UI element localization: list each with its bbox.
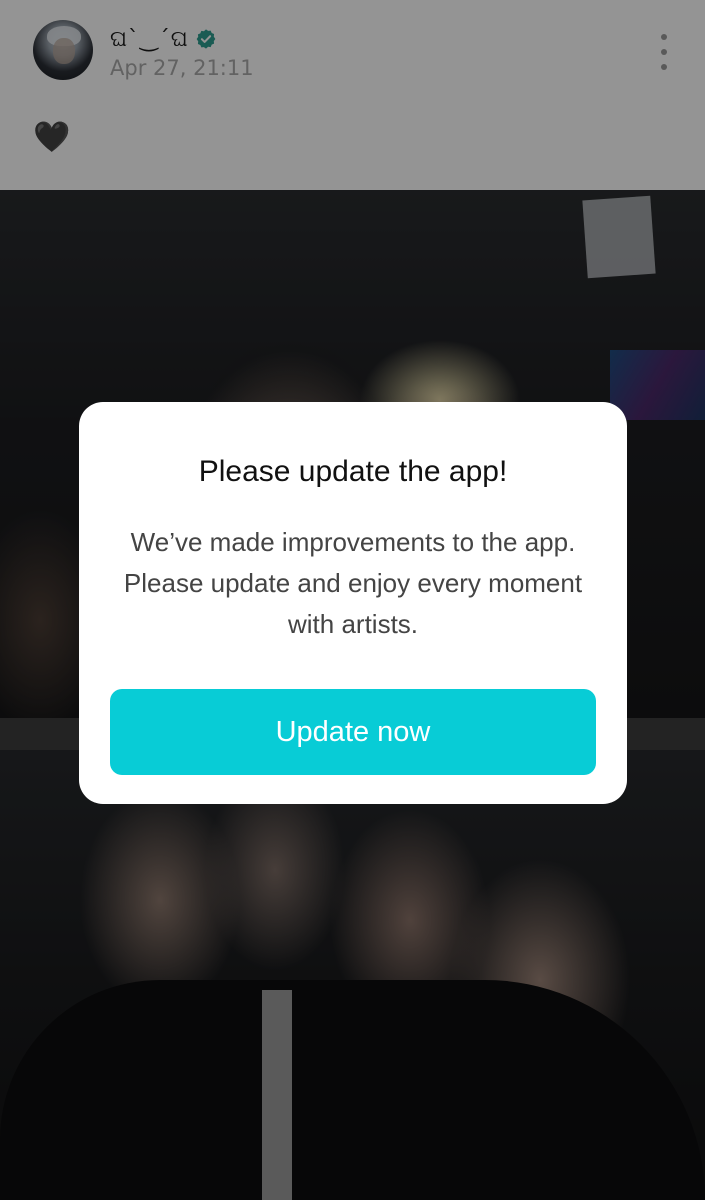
app-screen: ଘ`‿´ଘ Apr 27, 21:11 🖤 Please update the … <box>0 0 705 1200</box>
update-now-button[interactable]: Update now <box>110 689 596 775</box>
dialog-title: Please update the app! <box>198 455 508 488</box>
dialog-message: We’ve made improvements to the app. Plea… <box>123 527 583 639</box>
update-dialog: Please update the app! We’ve made improv… <box>79 402 627 804</box>
